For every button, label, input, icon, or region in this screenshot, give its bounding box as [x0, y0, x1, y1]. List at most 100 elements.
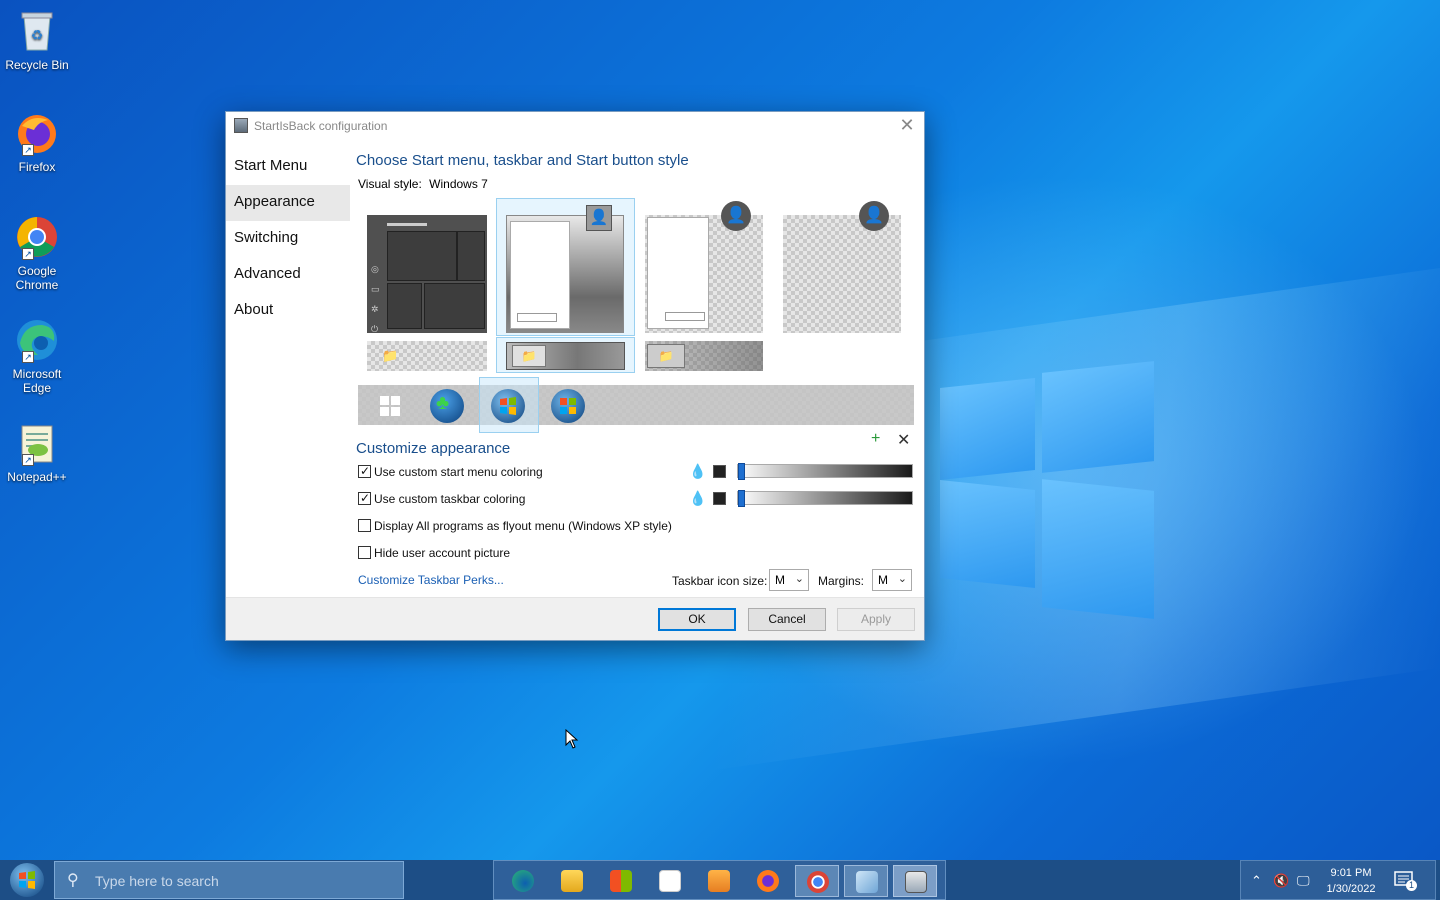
- taskbar-transparency-slider[interactable]: [737, 490, 913, 507]
- option-custom-start-menu-coloring[interactable]: Use custom start menu coloring: [358, 463, 543, 480]
- nav-item-switching[interactable]: Switching: [226, 221, 350, 257]
- clock-date: 1/30/2022: [1326, 883, 1376, 895]
- firefox-icon: ↗: [14, 110, 60, 156]
- edge-icon: [512, 870, 534, 892]
- firefox-icon: [757, 870, 779, 892]
- margins-select[interactable]: M ⌄: [872, 569, 912, 591]
- dialog-titlebar[interactable]: StartIsBack configuration ✕: [226, 112, 924, 140]
- folder-icon: 📁: [647, 344, 685, 368]
- windows8-orb-icon[interactable]: [551, 389, 585, 423]
- apply-button[interactable]: Apply: [837, 608, 915, 631]
- mail-icon: [659, 870, 681, 892]
- color-picker-drop-icon[interactable]: 💧: [689, 463, 706, 479]
- taskbar-pinned-apps: [493, 860, 946, 900]
- taskbar-edge[interactable]: [501, 865, 545, 897]
- clock[interactable]: 9:01 PM 1/30/2022: [1321, 865, 1381, 897]
- windows-orb-icon: [10, 863, 44, 897]
- taskbar-icon-size-select[interactable]: M ⌄: [769, 569, 809, 591]
- slider-thumb[interactable]: [738, 490, 745, 507]
- shortcut-arrow-icon: ↗: [22, 351, 34, 363]
- taskbar-notepad[interactable]: [844, 865, 888, 897]
- app-icon: [234, 118, 248, 133]
- notepad-icon: [856, 871, 878, 893]
- visual-style-label: Visual style:: [358, 177, 422, 191]
- slider-thumb[interactable]: [738, 463, 745, 480]
- visual-style-value: Windows 7: [429, 177, 488, 191]
- nav-item-start-menu[interactable]: Start Menu: [226, 149, 350, 185]
- taskbar-file-explorer[interactable]: [550, 865, 594, 897]
- selected-value: M: [775, 573, 785, 587]
- desktop-icon-firefox[interactable]: ↗ Firefox: [2, 110, 72, 174]
- network-icon[interactable]: 🖵: [1297, 873, 1310, 889]
- start-menu-transparency-slider[interactable]: [737, 463, 913, 480]
- notification-center-icon[interactable]: 1: [1393, 869, 1417, 891]
- desktop-icon-recycle-bin[interactable]: ♻ Recycle Bin: [2, 8, 72, 72]
- taskbar-firefox[interactable]: [746, 865, 790, 897]
- chrome-icon: [807, 871, 829, 893]
- option-hide-account-picture[interactable]: Hide user account picture: [358, 545, 510, 561]
- taskbar-chrome[interactable]: [795, 865, 839, 897]
- desktop-icon-chrome[interactable]: ↗ Google Chrome: [2, 214, 72, 292]
- close-icon[interactable]: ✕: [898, 115, 916, 136]
- visual-style-row: Visual style: Windows 7: [358, 177, 916, 191]
- chevron-down-icon: ⌄: [897, 573, 907, 585]
- taskbar-style-transparent[interactable]: 📁: [367, 341, 487, 371]
- taskbar-search-box[interactable]: ⚲ Type here to search: [54, 861, 404, 899]
- nav-item-appearance[interactable]: Appearance: [226, 185, 350, 221]
- cancel-button[interactable]: Cancel: [748, 608, 826, 631]
- style-thumb-windows7-selected[interactable]: 👤: [496, 198, 635, 336]
- windows10-start-icon[interactable]: [380, 396, 400, 416]
- shortcut-arrow-icon: ↗: [22, 248, 34, 260]
- windows7-orb-icon[interactable]: [491, 389, 525, 423]
- style-thumb-windows10[interactable]: ◎ ▭ ✲ ⏻: [367, 215, 487, 334]
- edge-icon: ↗: [14, 317, 60, 363]
- user-picture-icon: 👤: [859, 201, 889, 231]
- option-label: Hide user account picture: [374, 546, 511, 560]
- taskbar-mail[interactable]: [648, 865, 692, 897]
- checkbox[interactable]: [358, 546, 371, 559]
- notification-count-badge: 1: [1406, 880, 1417, 891]
- style-thumb-windows7-plain[interactable]: 👤: [645, 201, 763, 333]
- desktop-icon-label: Microsoft Edge: [12, 367, 62, 395]
- taskbar-startisback-config[interactable]: [893, 865, 937, 897]
- checkbox[interactable]: [358, 490, 371, 506]
- settings-nav: Start Menu Appearance Switching Advanced…: [226, 149, 350, 329]
- checkbox[interactable]: [358, 463, 371, 479]
- taskbar-color-swatch[interactable]: [713, 492, 726, 505]
- user-picture-icon: 👤: [721, 201, 751, 231]
- color-picker-drop-icon[interactable]: 💧: [689, 490, 706, 506]
- taskbar-style-plain[interactable]: 📁: [645, 341, 763, 371]
- notepadpp-icon: ↗: [14, 420, 60, 466]
- system-tray: ⌃ 🔇 🖵 9:01 PM 1/30/2022 1: [1240, 860, 1436, 900]
- taskbar-media-player[interactable]: [697, 865, 741, 897]
- page-heading: Choose Start menu, taskbar and Start but…: [356, 152, 689, 169]
- option-custom-taskbar-coloring[interactable]: Use custom taskbar coloring: [358, 490, 525, 507]
- chevron-up-icon[interactable]: ⌃: [1251, 873, 1262, 889]
- desktop-icon-notepadpp[interactable]: ↗ Notepad++: [2, 420, 72, 484]
- taskbar-style-windows7-selected[interactable]: 📁: [496, 337, 635, 373]
- customize-taskbar-perks-link[interactable]: Customize Taskbar Perks...: [358, 573, 504, 587]
- search-placeholder: Type here to search: [95, 873, 219, 889]
- clover-orb-icon[interactable]: ♣: [430, 389, 464, 423]
- start-button[interactable]: [4, 862, 50, 898]
- ok-button[interactable]: OK: [658, 608, 736, 631]
- chevron-down-icon: ⌄: [794, 573, 804, 585]
- style-thumb-transparent[interactable]: 👤: [783, 201, 901, 333]
- nav-item-about[interactable]: About: [226, 293, 350, 329]
- svg-text:♻: ♻: [31, 27, 44, 43]
- nav-item-advanced[interactable]: Advanced: [226, 257, 350, 293]
- taskbar-store[interactable]: [599, 865, 643, 897]
- desktop-icon-edge[interactable]: ↗ Microsoft Edge: [2, 317, 72, 395]
- remove-icon[interactable]: ✕: [897, 430, 910, 450]
- content-pane: Choose Start menu, taskbar and Start but…: [356, 142, 916, 191]
- user-picture-icon: 👤: [586, 205, 612, 231]
- checkbox[interactable]: [358, 519, 371, 532]
- option-flyout-menu[interactable]: Display All programs as flyout menu (Win…: [358, 518, 672, 534]
- add-icon[interactable]: +: [871, 430, 880, 448]
- start-menu-color-swatch[interactable]: [713, 465, 726, 478]
- config-app-icon: [905, 871, 927, 893]
- dialog-footer: OK Cancel Apply: [226, 597, 924, 640]
- selected-value: M: [878, 573, 888, 587]
- volume-muted-icon[interactable]: 🔇: [1273, 873, 1289, 889]
- start-button-styles: ♣: [358, 377, 914, 433]
